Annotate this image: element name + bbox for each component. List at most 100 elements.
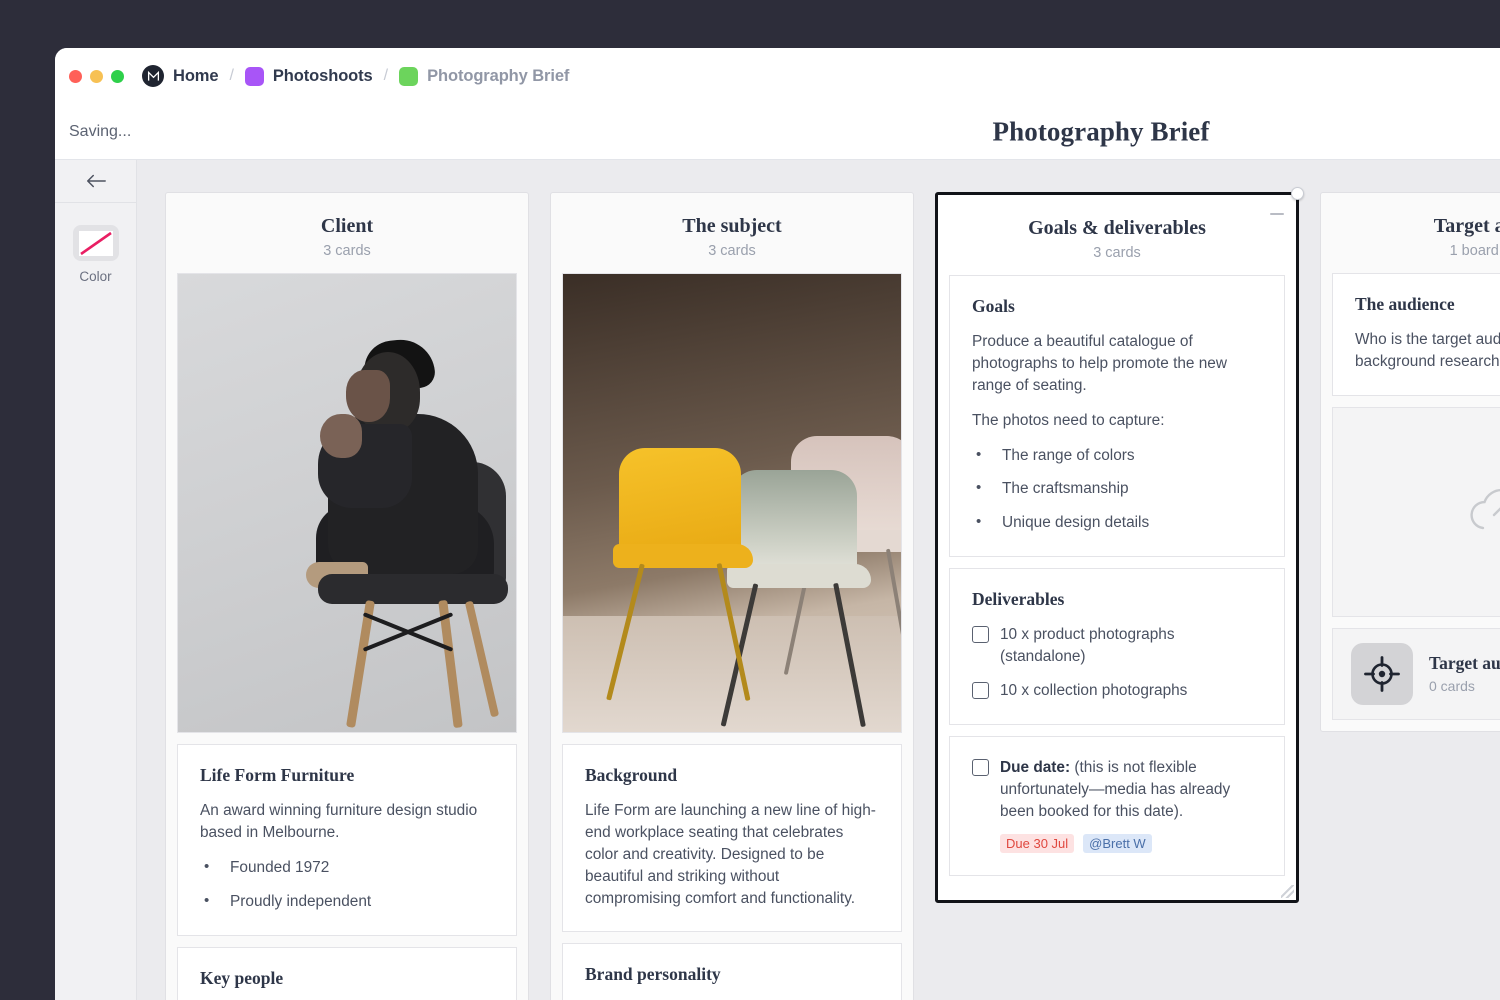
note-card-bullets: Founded 1972 Proudly independent <box>200 856 494 913</box>
column-cards: Life Form Furniture An award winning fur… <box>166 273 528 1000</box>
photo-card-three-modern-chairs[interactable] <box>562 273 902 733</box>
note-card-bullet: Unique design details <box>972 511 1262 534</box>
board-swatch-icon-photography-brief <box>399 66 419 86</box>
note-card-title: Brand personality <box>585 964 721 985</box>
column-goals-and-deliverables[interactable]: Goals & deliverables 3 cards Goals Produ… <box>935 187 1304 904</box>
note-card-paragraph: The photos need to capture: <box>972 411 1165 429</box>
note-card-title: Background <box>585 765 678 785</box>
column-cards: Goals Produce a beautiful catalogue of p… <box>938 275 1296 898</box>
milanote-logo-icon <box>142 65 164 87</box>
checklist-item[interactable]: Due date: (this is not flexible unfortun… <box>972 757 1262 823</box>
column-target-audience[interactable]: Target audience 1 board, 2 cards The aud… <box>1320 192 1500 732</box>
column-title: Goals & deliverables <box>1028 217 1206 239</box>
breadcrumb: Home / Photoshoots / Photography Brief <box>142 65 569 87</box>
checklist-item[interactable]: 10 x product photographs (standalone) <box>972 624 1262 668</box>
breadcrumb-item-photography-brief[interactable]: Photography Brief <box>399 66 570 86</box>
column-the-subject[interactable]: The subject 3 cards Background Life Form… <box>550 192 914 1000</box>
close-window-button[interactable] <box>69 69 82 83</box>
column-header-target-audience: Target audience 1 board, 2 cards <box>1321 193 1500 273</box>
app-body: Color Client 3 cards Life Form Furniture… <box>55 160 1500 1000</box>
maximize-window-button[interactable] <box>111 69 124 83</box>
page-title-text: Photography Brief <box>992 116 1210 146</box>
note-card-title: Key people <box>200 967 284 988</box>
breadcrumb-label-photoshoots: Photoshoots <box>272 66 373 85</box>
checklist-card-due-date[interactable]: Due date: (this is not flexible unfortun… <box>949 735 1285 877</box>
note-card-brand-personality[interactable]: Brand personality <box>562 943 902 1000</box>
note-card-paragraph: Who is the target audience? Do some back… <box>1355 331 1500 370</box>
column-header-goals-and-deliverables: Goals & deliverables 3 cards <box>938 195 1296 275</box>
checklist-item-label: 10 x collection photographs <box>1000 681 1188 699</box>
column-card-count: 3 cards <box>708 243 756 259</box>
breadcrumb-label-home: Home <box>173 66 219 85</box>
note-card-bullet: The range of colors <box>972 444 1262 467</box>
note-card-background[interactable]: Background Life Form are launching a new… <box>562 744 902 933</box>
color-swatch-icon <box>72 225 119 261</box>
file-upload-card[interactable] <box>1332 406 1500 617</box>
status-bar: Saving... Photography Brief <box>55 104 1500 160</box>
breadcrumb-item-photoshoots[interactable]: Photoshoots <box>244 66 373 86</box>
note-card-paragraph: Life Form are launching a new line of hi… <box>585 802 876 907</box>
sidebar-item-label-color: Color <box>79 269 112 284</box>
board-canvas[interactable]: Client 3 cards Life Form Furniture An aw… <box>137 160 1500 1000</box>
page-title: Photography Brief <box>55 116 1500 147</box>
man-sitting-on-chair-photo <box>178 274 516 732</box>
checkbox-unchecked-icon[interactable] <box>972 758 989 776</box>
board-swatch-icon-photoshoots <box>244 66 264 86</box>
column-title: Target audience <box>1433 215 1500 237</box>
note-card-title: Life Form Furniture <box>200 765 355 785</box>
note-card-life-form-furniture[interactable]: Life Form Furniture An award winning fur… <box>177 744 517 936</box>
back-button[interactable] <box>55 160 136 203</box>
breadcrumb-item-home[interactable]: Home <box>142 65 219 87</box>
column-title: The subject <box>682 215 782 237</box>
note-card-title: The audience <box>1355 294 1455 314</box>
checkbox-unchecked-icon[interactable] <box>972 681 989 699</box>
column-cards: Background Life Form are launching a new… <box>551 273 913 1000</box>
status-badge-assignee[interactable]: @Brett W <box>1083 834 1152 854</box>
resize-grip[interactable] <box>1281 885 1294 899</box>
column-card-count: 3 cards <box>323 243 371 259</box>
column-card-count: 1 board, 2 cards <box>1449 243 1500 259</box>
column-header-the-subject: The subject 3 cards <box>551 193 913 273</box>
checklist-item[interactable]: 10 x collection photographs <box>972 680 1262 702</box>
breadcrumb-label-photography-brief: Photography Brief <box>427 66 570 85</box>
note-card-title: Goals <box>972 296 1015 316</box>
board-card-text: Target audience 0 cards <box>1429 653 1500 694</box>
column-cards: The audience Who is the target audience?… <box>1321 273 1500 731</box>
card-tags: Due 30 Jul @Brett W <box>1000 834 1262 854</box>
note-card-the-audience[interactable]: The audience Who is the target audience?… <box>1332 273 1500 396</box>
sidebar-item-color[interactable]: Color <box>55 225 136 284</box>
cloud-upload-icon <box>1470 488 1500 529</box>
note-card-goals[interactable]: Goals Produce a beautiful catalogue of p… <box>949 275 1285 558</box>
arrow-left-icon <box>86 174 106 188</box>
board-columns: Client 3 cards Life Form Furniture An aw… <box>137 160 1500 1000</box>
breadcrumb-separator: / <box>383 67 389 84</box>
desktop-background: Home / Photoshoots / Photography Brief S… <box>0 0 1500 1000</box>
photo-card-man-sitting-on-chair[interactable] <box>177 273 517 733</box>
three-modern-chairs-photo <box>563 274 901 732</box>
column-client[interactable]: Client 3 cards Life Form Furniture An aw… <box>165 192 529 1000</box>
minimize-window-button[interactable] <box>90 69 103 83</box>
title-bar: Home / Photoshoots / Photography Brief <box>55 48 1500 104</box>
chair-yellow <box>606 448 753 701</box>
note-card-bullet: Proudly independent <box>200 890 494 913</box>
checklist-card-deliverables[interactable]: Deliverables 10 x product photographs (s… <box>949 568 1285 725</box>
board-card-name: Target audience <box>1429 653 1500 674</box>
checklist-item-label: 10 x product photographs (standalone) <box>1000 626 1175 665</box>
status-badge-due-date[interactable]: Due 30 Jul <box>1000 834 1075 854</box>
column-card-count: 3 cards <box>1093 245 1141 261</box>
column-header-client: Client 3 cards <box>166 193 528 273</box>
note-card-paragraph: An award winning furniture design studio… <box>200 802 478 841</box>
left-sidebar: Color <box>55 160 137 1000</box>
due-date-label: Due date: <box>1000 758 1071 776</box>
board-card-target-audience[interactable]: Target audience 0 cards <box>1332 627 1500 720</box>
checkbox-unchecked-icon[interactable] <box>972 626 989 644</box>
breadcrumb-separator: / <box>229 67 234 84</box>
note-card-key-people[interactable]: Key people <box>177 946 517 1000</box>
window-controls[interactable] <box>69 69 124 83</box>
column-title: Client <box>320 215 374 237</box>
checklist-item-label: Due date: (this is not flexible unfortun… <box>1000 757 1262 823</box>
note-card-bullet: The craftsmanship <box>972 477 1262 500</box>
minimize-icon[interactable] <box>1270 213 1284 215</box>
board-card-count: 0 cards <box>1429 678 1475 695</box>
target-crosshair-icon <box>1351 642 1413 705</box>
